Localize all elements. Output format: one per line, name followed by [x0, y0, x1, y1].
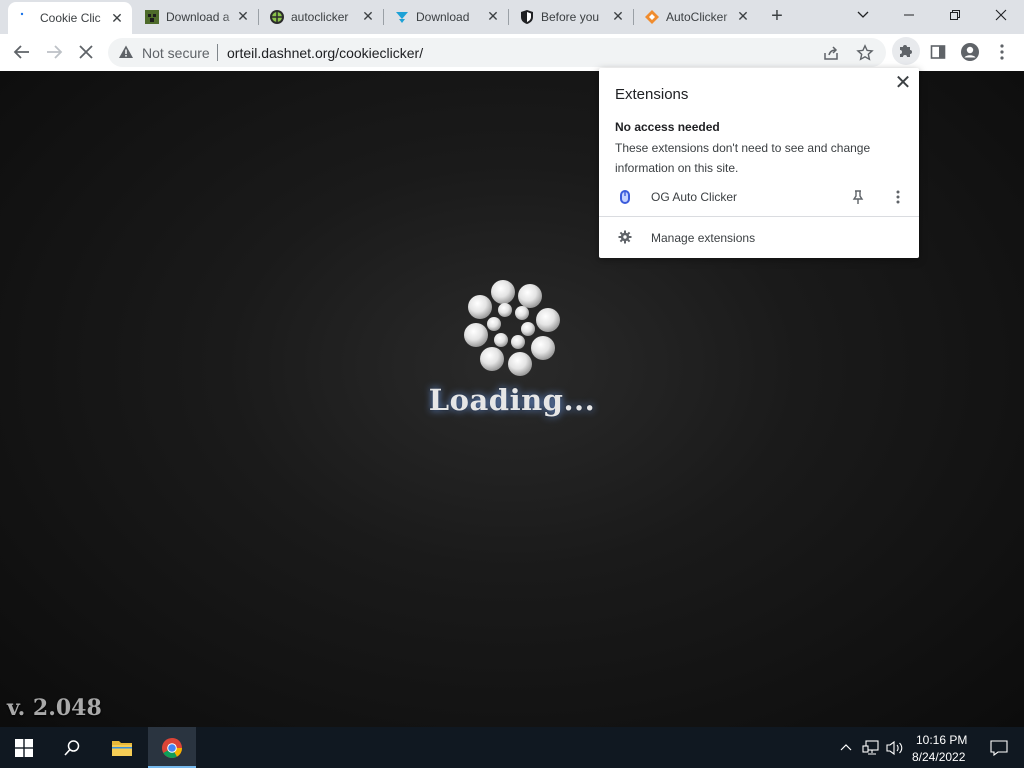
- manage-extensions-item[interactable]: Manage extensions: [599, 226, 919, 250]
- popup-title: Extensions: [615, 86, 689, 103]
- tab-close-icon[interactable]: ✕: [236, 9, 250, 23]
- close-icon: [995, 9, 1007, 21]
- manage-extensions-label[interactable]: Manage extensions: [651, 231, 755, 245]
- network-button[interactable]: [860, 727, 882, 768]
- browser-toolbar: Not secure orteil.dashnet.org/cookieclic…: [0, 34, 1024, 72]
- start-button[interactable]: [0, 727, 48, 768]
- search-button[interactable]: [48, 727, 96, 768]
- close-window-button[interactable]: [978, 0, 1024, 30]
- tab-autoclicker-2[interactable]: AutoClicker ✕: [634, 0, 758, 34]
- kebab-menu-icon: [896, 190, 900, 204]
- tab-cookie-clicker[interactable]: Cookie Clic ✕: [8, 2, 132, 34]
- folder-icon: [112, 741, 132, 756]
- bookmark-button[interactable]: [856, 44, 874, 62]
- clock-button[interactable]: 10:16 PM 8/24/2022: [908, 727, 974, 768]
- show-hidden-icons-button[interactable]: [838, 727, 854, 768]
- warning-triangle-icon[interactable]: [118, 44, 134, 60]
- section-description: These extensions don't need to see and c…: [615, 141, 871, 175]
- speaker-icon: [886, 740, 903, 756]
- close-icon: [79, 45, 93, 59]
- autoclicker-diamond-favicon-icon: [645, 10, 659, 24]
- og-auto-clicker-icon: [620, 190, 630, 204]
- profile-button[interactable]: [958, 40, 982, 64]
- popup-divider: [599, 216, 919, 217]
- gear-icon: [618, 230, 632, 244]
- file-explorer-button[interactable]: [98, 727, 146, 768]
- autoclicker-favicon-icon: [270, 10, 284, 24]
- version-label: v. 2.048: [7, 695, 102, 721]
- extension-item-og-auto-clicker[interactable]: OG Auto Clicker: [599, 184, 919, 210]
- tab-title: Cookie Clic: [40, 11, 101, 25]
- tab-title: AutoClicker: [666, 10, 728, 24]
- shield-favicon-icon: [521, 10, 533, 24]
- extensions-popup: Extensions ✕ No access needed These exte…: [599, 68, 919, 258]
- address-bar[interactable]: Not secure orteil.dashnet.org/cookieclic…: [108, 38, 886, 67]
- tab-close-icon[interactable]: ✕: [611, 9, 625, 23]
- tab-autoclicker[interactable]: autoclicker ✕: [259, 0, 383, 34]
- download-favicon-icon: [396, 12, 408, 23]
- loading-spinner-icon: [464, 280, 560, 376]
- tab-close-icon[interactable]: ✕: [486, 9, 500, 23]
- tab-close-icon[interactable]: ✕: [361, 9, 375, 23]
- tab-title: Download a: [166, 10, 230, 24]
- share-button[interactable]: [822, 44, 840, 62]
- pin-icon: [852, 190, 864, 204]
- windows-logo-icon: [15, 739, 33, 757]
- avatar-icon: [961, 43, 979, 61]
- pin-extension-button[interactable]: [849, 188, 867, 206]
- restore-icon: [950, 10, 960, 20]
- kebab-menu-icon: [1000, 44, 1004, 60]
- stop-loading-button[interactable]: [74, 40, 98, 64]
- minecraft-favicon-icon: [145, 10, 159, 24]
- minimize-icon: [904, 14, 914, 16]
- side-panel-icon: [930, 45, 946, 59]
- chrome-taskbar-button[interactable]: [148, 727, 196, 768]
- star-icon: [856, 44, 874, 61]
- section-heading: No access needed: [615, 120, 720, 134]
- network-icon: [862, 740, 879, 755]
- extensions-button[interactable]: [892, 37, 920, 65]
- tab-title: Before you: [541, 10, 600, 24]
- puzzle-icon: [900, 45, 912, 57]
- windows-taskbar: 10:16 PM 8/24/2022: [0, 727, 1024, 768]
- chrome-icon: [162, 738, 182, 758]
- chrome-menu-button[interactable]: [990, 40, 1014, 64]
- share-icon: [824, 46, 838, 60]
- action-center-button[interactable]: [978, 727, 1020, 768]
- loading-spinner-favicon-icon: [20, 12, 24, 16]
- clock-date: 8/24/2022: [912, 750, 966, 764]
- tab-close-icon[interactable]: ✕: [110, 11, 124, 25]
- tab-close-icon[interactable]: ✕: [736, 9, 750, 23]
- back-button[interactable]: [10, 40, 34, 64]
- restore-button[interactable]: [932, 0, 978, 30]
- url-text[interactable]: orteil.dashnet.org/cookieclicker/: [227, 45, 423, 61]
- tab-download[interactable]: Download ✕: [384, 0, 508, 34]
- search-icon: [64, 740, 80, 756]
- security-status-label[interactable]: Not secure: [142, 45, 210, 61]
- side-panel-button[interactable]: [926, 40, 950, 64]
- chevron-up-icon: [840, 744, 852, 751]
- new-tab-button[interactable]: +: [766, 6, 788, 28]
- tab-search-button[interactable]: [840, 0, 886, 30]
- clock-time: 10:16 PM: [916, 733, 968, 747]
- volume-button[interactable]: [884, 727, 906, 768]
- arrow-left-icon: [13, 45, 29, 59]
- forward-button[interactable]: [42, 40, 66, 64]
- popup-close-button[interactable]: ✕: [893, 73, 913, 93]
- notification-icon: [990, 740, 1008, 756]
- omnibox-divider: [217, 44, 218, 61]
- extension-more-actions-button[interactable]: [889, 188, 907, 206]
- chevron-down-icon: [857, 11, 869, 18]
- loading-text: Loading...: [428, 383, 596, 417]
- tab-before-you[interactable]: Before you ✕: [509, 0, 633, 34]
- extension-name[interactable]: OG Auto Clicker: [651, 190, 737, 204]
- tab-download-a[interactable]: Download a ✕: [134, 0, 258, 34]
- tab-title: autoclicker: [291, 10, 349, 24]
- tab-strip: Cookie Clic ✕ Download a ✕ autoclicker ✕…: [0, 0, 1024, 34]
- minimize-button[interactable]: [886, 0, 932, 30]
- tab-title: Download: [416, 10, 470, 24]
- arrow-right-icon: [47, 45, 63, 59]
